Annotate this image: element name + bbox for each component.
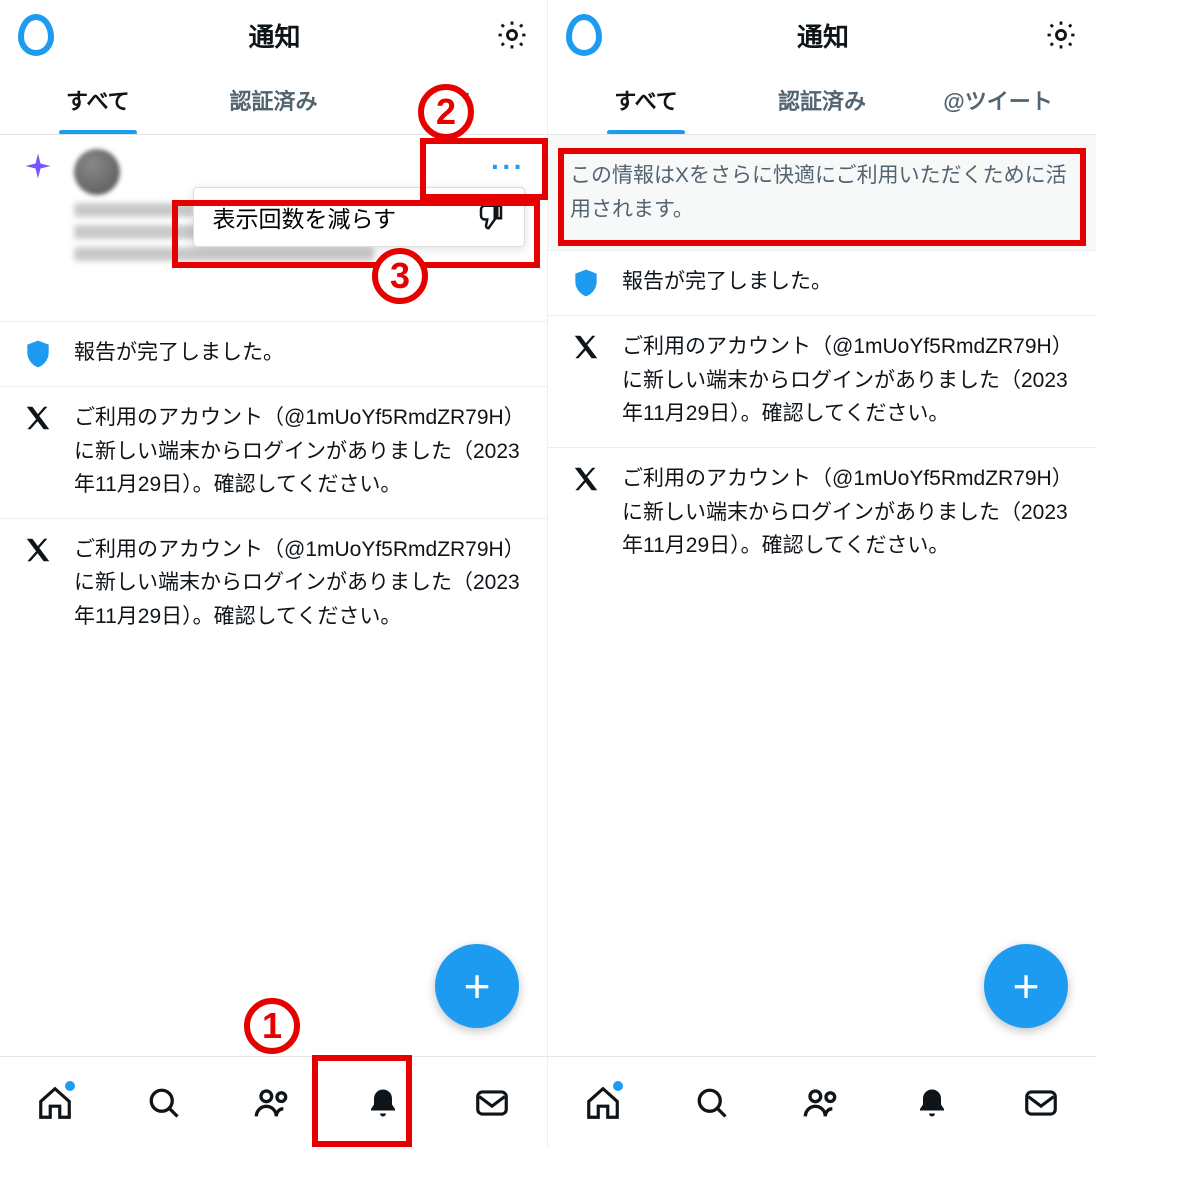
nav-home[interactable] [33,1081,77,1125]
notification-item[interactable]: ご利用のアカウント（@1mUoYf5RmdZR79H）に新しい端末からログインが… [548,316,1096,448]
unread-dot-icon [613,1081,623,1091]
right-pane: 通知 すべて 認証済み @ツイート この情報はXをさらに快適にご利用いただくため… [548,0,1096,1148]
notification-text: ご利用のアカウント（@1mUoYf5RmdZR79H）に新しい端末からログインが… [622,330,1078,431]
notification-item[interactable]: 報告が完了しました。 [0,322,547,387]
shield-icon [570,267,602,299]
bottom-nav [548,1056,1096,1148]
left-pane: 通知 すべて 認証済み @ツ ··· [0,0,548,1148]
plus-icon: + [1013,963,1040,1009]
x-logo-icon [23,403,53,433]
sparkle-icon [23,151,53,181]
people-icon [253,1083,293,1123]
nav-search[interactable] [142,1081,186,1125]
notification-item[interactable]: 報告が完了しました。 [548,250,1096,316]
tab-mentions[interactable]: @ツイート [910,66,1086,134]
people-icon [802,1083,842,1123]
notification-text: ご利用のアカウント（@1mUoYf5RmdZR79H）に新しい端末からログインが… [74,401,529,502]
notification-text: ご利用のアカウント（@1mUoYf5RmdZR79H）に新しい端末からログインが… [622,462,1078,563]
compose-button[interactable]: + [984,944,1068,1028]
unread-dot-icon [65,1081,75,1091]
bell-icon [365,1085,401,1121]
shield-icon [22,338,54,370]
search-icon [694,1085,730,1121]
mail-icon [473,1084,511,1122]
compose-button[interactable]: + [435,944,519,1028]
profile-avatar[interactable] [18,14,54,56]
page-title: 通知 [54,17,495,54]
plus-icon: + [464,963,491,1009]
callout-number-2: 2 [418,84,474,140]
bottom-nav [0,1056,547,1148]
tabs: すべて 認証済み @ツイート [548,66,1096,135]
nav-search[interactable] [690,1081,734,1125]
nav-notifications[interactable] [361,1081,405,1125]
notification-text: ご利用のアカウント（@1mUoYf5RmdZR79H）に新しい端末からログインが… [74,533,529,634]
page-title: 通知 [602,17,1044,54]
header: 通知 [548,0,1096,66]
tab-verified[interactable]: 認証済み [734,66,910,134]
nav-messages[interactable] [1019,1081,1063,1125]
x-logo-icon [571,332,601,362]
search-icon [146,1085,182,1121]
tab-verified[interactable]: 認証済み [186,66,362,134]
nav-messages[interactable] [470,1081,514,1125]
reduce-views-option[interactable]: 表示回数を減らす [193,187,525,247]
bell-icon [914,1085,950,1121]
profile-avatar[interactable] [566,14,602,56]
gear-icon [1044,18,1078,52]
feedback-banner: この情報はXをさらに快適にご利用いただくために活用されます。 [548,135,1096,250]
mail-icon [1022,1084,1060,1122]
notification-item[interactable]: ご利用のアカウント（@1mUoYf5RmdZR79H）に新しい端末からログインが… [0,387,547,519]
user-avatar [74,149,120,195]
settings-button[interactable] [495,18,529,52]
tab-all[interactable]: すべて [558,66,734,134]
x-logo-icon [571,464,601,494]
x-logo-icon [23,535,53,565]
nav-communities[interactable] [800,1081,844,1125]
callout-number-3: 3 [372,248,428,304]
more-options-button[interactable]: ··· [491,151,525,183]
gear-icon [495,18,529,52]
nav-home[interactable] [581,1081,625,1125]
nav-communities[interactable] [251,1081,295,1125]
notification-text: 報告が完了しました。 [622,265,1078,299]
thumbs-down-icon [476,202,506,232]
notification-item[interactable]: ··· 表示回数を減らす [0,135,547,322]
reduce-views-label: 表示回数を減らす [212,200,396,234]
header: 通知 [0,0,547,66]
tab-all[interactable]: すべて [10,66,186,134]
notification-item[interactable]: ご利用のアカウント（@1mUoYf5RmdZR79H）に新しい端末からログインが… [0,519,547,650]
settings-button[interactable] [1044,18,1078,52]
nav-notifications[interactable] [910,1081,954,1125]
notification-text: 報告が完了しました。 [74,336,529,370]
notification-item[interactable]: ご利用のアカウント（@1mUoYf5RmdZR79H）に新しい端末からログインが… [548,448,1096,579]
callout-number-1: 1 [244,998,300,1054]
